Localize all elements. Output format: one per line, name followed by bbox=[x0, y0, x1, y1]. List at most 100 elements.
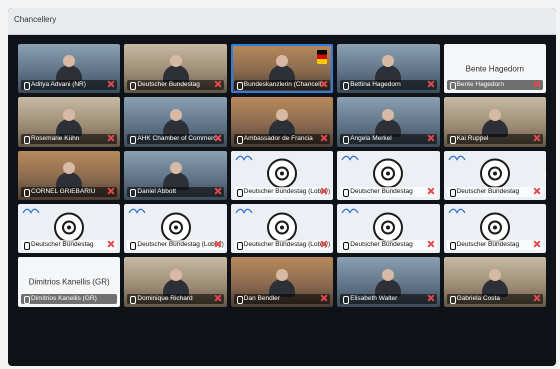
audio-only-icon bbox=[479, 158, 510, 189]
participant-tile[interactable]: Gabriela Costa bbox=[443, 257, 546, 307]
participant-label: Dimitrios Kanellis (GR) bbox=[21, 293, 118, 304]
participant-tile[interactable]: AHK Chamber of Commerce bbox=[124, 97, 227, 147]
mic-icon bbox=[343, 135, 350, 144]
mic-icon bbox=[449, 135, 456, 144]
bundestag-logo-icon bbox=[341, 207, 359, 214]
participant-tile[interactable]: Angela Merkel bbox=[337, 97, 440, 147]
participant-tile[interactable]: Rosemarie Kühn bbox=[18, 97, 121, 147]
window-titlebar: Chancellery bbox=[8, 8, 556, 35]
bundestag-logo-icon bbox=[235, 207, 253, 214]
muted-icon bbox=[428, 188, 434, 194]
bundestag-logo-icon bbox=[128, 207, 146, 214]
muted-icon bbox=[321, 81, 327, 87]
mic-icon bbox=[236, 242, 243, 251]
mic-icon bbox=[343, 82, 350, 91]
participant-label: Gabriela Costa bbox=[446, 293, 543, 304]
muted-icon bbox=[534, 81, 540, 87]
participants-grid: Aditya Advani (NR) Deutscher Bundestag Bun… bbox=[18, 44, 546, 360]
participant-label: Bettina Hagedorn bbox=[340, 80, 437, 91]
audio-only-icon bbox=[160, 212, 191, 243]
participant-label: Kai Ruppel bbox=[446, 133, 543, 144]
bundestag-logo-icon bbox=[22, 207, 40, 214]
participant-tile[interactable]: CORNEL GRIEBARIU bbox=[18, 150, 121, 200]
participant-name-center: Dimitrios Kanellis (GR) bbox=[28, 277, 110, 287]
participant-label: Elisabeth Walter bbox=[340, 293, 437, 304]
participant-label: Deutscher Bundestag (Lobby) bbox=[233, 240, 331, 251]
muted-icon bbox=[108, 241, 114, 247]
participant-label: Deutscher Bundestag (Lobby) bbox=[233, 186, 331, 197]
participant-tile[interactable]: Deutscher Bundestag bbox=[443, 203, 546, 254]
muted-icon bbox=[321, 295, 327, 301]
audio-only-icon bbox=[373, 212, 404, 243]
participant-tile[interactable]: Dominique Richard bbox=[124, 257, 227, 307]
muted-icon bbox=[321, 188, 327, 194]
audio-only-icon bbox=[479, 212, 510, 243]
participant-tile[interactable]: Deutscher Bundestag (Lobby) bbox=[124, 203, 227, 254]
participant-tile[interactable]: Daniel Abbott bbox=[124, 150, 227, 200]
participant-avatar-icon bbox=[266, 158, 297, 189]
mic-icon bbox=[130, 135, 137, 144]
participant-tile[interactable]: Kai Ruppel bbox=[443, 97, 546, 147]
participant-label: AHK Chamber of Commerce bbox=[127, 133, 224, 144]
window-title: Chancellery bbox=[14, 15, 57, 24]
participant-label: Deutscher Bundestag bbox=[340, 240, 437, 251]
participant-tile[interactable]: Deutscher Bundestag (Lobby) bbox=[230, 150, 334, 200]
participant-tile[interactable]: Ambassador de Francia bbox=[230, 97, 334, 147]
mic-icon bbox=[449, 295, 456, 304]
bundestag-logo-icon bbox=[448, 154, 466, 161]
participant-video bbox=[481, 108, 508, 137]
participant-video bbox=[162, 55, 189, 84]
participant-tile[interactable]: Aditya Advani (NR) bbox=[18, 44, 121, 94]
muted-icon bbox=[534, 135, 540, 141]
next-page-arrow-icon[interactable]: › bbox=[538, 161, 546, 190]
participant-tile[interactable]: Deutscher Bundestag bbox=[124, 44, 227, 94]
participant-video bbox=[162, 108, 189, 137]
mic-icon bbox=[130, 82, 137, 91]
participant-tile[interactable]: Deutscher Bundestag bbox=[337, 203, 440, 254]
mic-icon bbox=[130, 295, 137, 304]
participant-label: Dan Bendler bbox=[233, 293, 331, 304]
participant-label: Deutscher Bundestag (Lobby) bbox=[127, 240, 224, 251]
participant-video bbox=[375, 268, 402, 297]
audio-only-icon bbox=[54, 212, 85, 243]
mic-icon bbox=[343, 188, 350, 197]
flag-icon bbox=[317, 50, 328, 64]
participant-label: Bente Hagedorn bbox=[446, 80, 543, 91]
participant-tile[interactable]: Dimitrios Kanellis (GR) Dimitrios Kanelli… bbox=[18, 257, 121, 307]
participant-tile[interactable]: Deutscher Bundestag› bbox=[443, 150, 546, 200]
mic-icon bbox=[343, 242, 350, 251]
participant-video bbox=[56, 108, 83, 137]
participant-name-center: Bente Hagedorn bbox=[465, 64, 524, 74]
participant-tile[interactable]: Bente Hagedorn Bente Hagedorn bbox=[443, 44, 546, 94]
mic-icon bbox=[449, 242, 456, 251]
participant-label: Angela Merkel bbox=[340, 133, 437, 144]
participant-tile[interactable]: Deutscher Bundestag (Lobby) bbox=[230, 203, 334, 254]
muted-icon bbox=[534, 295, 540, 301]
mic-icon bbox=[236, 188, 243, 197]
participant-tile[interactable]: Deutscher Bundestag bbox=[337, 150, 440, 200]
audio-only-icon bbox=[373, 158, 404, 189]
participant-label: Bundeskanzlerin (Chancellery) bbox=[233, 80, 331, 91]
muted-icon bbox=[215, 241, 221, 247]
mic-icon bbox=[449, 82, 456, 91]
participant-tile[interactable]: Bettina Hagedorn bbox=[337, 44, 440, 94]
muted-icon bbox=[428, 241, 434, 247]
muted-icon bbox=[215, 188, 221, 194]
participant-label: Rosemarie Kühn bbox=[21, 133, 118, 144]
participant-label: Aditya Advani (NR) bbox=[21, 80, 118, 91]
bundestag-logo-icon bbox=[341, 154, 359, 161]
participant-tile[interactable]: Bundeskanzlerin (Chancellery) bbox=[230, 44, 334, 94]
muted-icon bbox=[108, 135, 114, 141]
mic-icon bbox=[24, 82, 30, 91]
mic-icon bbox=[236, 295, 243, 304]
mic-icon bbox=[343, 295, 350, 304]
participant-video bbox=[481, 268, 508, 297]
participant-label: Ambassador de Francia bbox=[233, 133, 331, 144]
participant-tile[interactable]: Deutscher Bundestag bbox=[18, 203, 121, 254]
participant-tile[interactable]: Dan Bendler bbox=[230, 257, 334, 307]
muted-icon bbox=[428, 135, 434, 141]
participant-label: Deutscher Bundestag bbox=[21, 240, 118, 251]
participant-tile[interactable]: Elisabeth Walter bbox=[337, 257, 440, 307]
muted-icon bbox=[428, 295, 434, 301]
mic-icon bbox=[130, 188, 137, 197]
